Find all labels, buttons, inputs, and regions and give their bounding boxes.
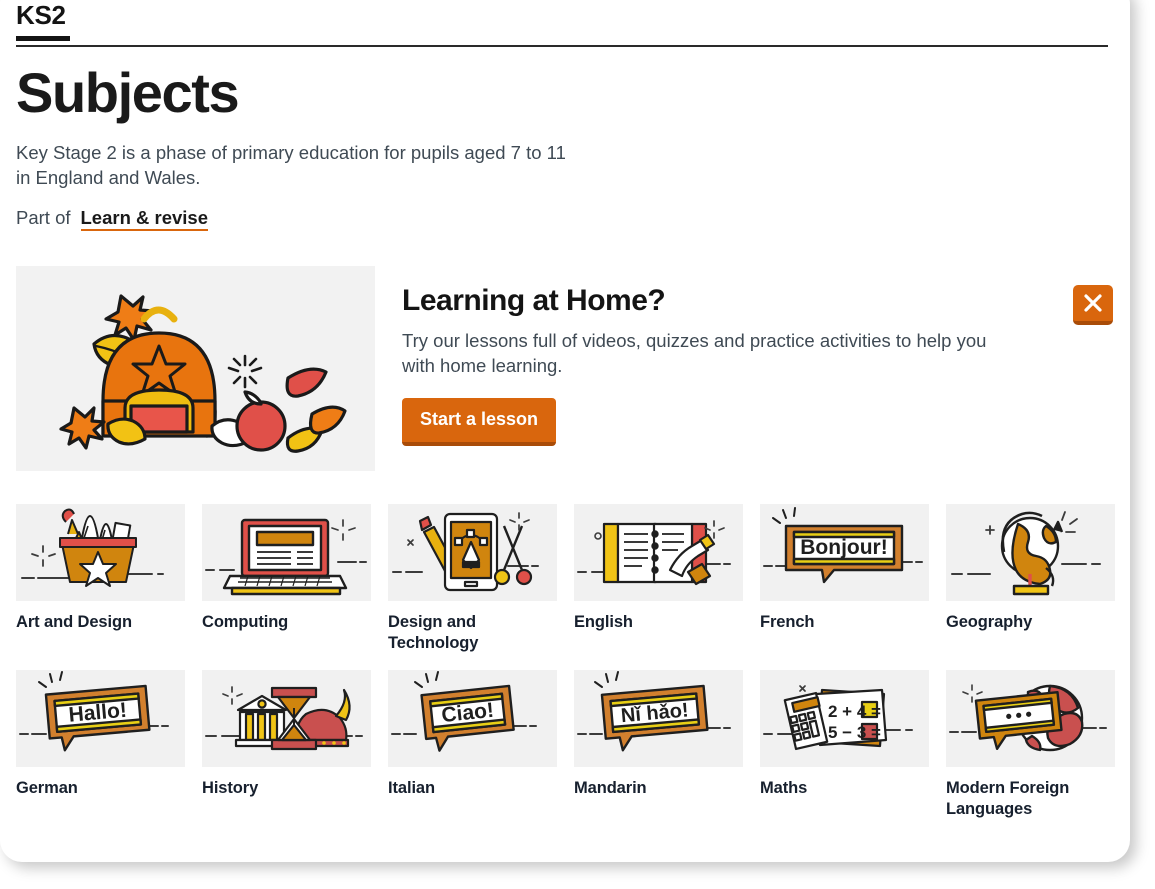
subject-tile-geography[interactable]: Geography (946, 504, 1115, 654)
pencil-pot-icon (16, 504, 185, 601)
subject-tile-french[interactable]: Bonjour! French (760, 504, 929, 654)
promo-body: Learning at Home? Try our lessons full o… (402, 284, 1002, 446)
promo-title: Learning at Home? (402, 284, 666, 317)
subject-label: English (574, 613, 633, 631)
promo-banner: Learning at Home? Try our lessons full o… (16, 266, 1114, 471)
laptop-icon (202, 504, 371, 601)
subject-label: History (202, 779, 259, 797)
hourglass-temple-helmet-icon (202, 670, 371, 767)
promo-text: Try our lessons full of videos, quizzes … (402, 330, 987, 376)
subject-grid: Art and Design Computing Design and Tech… (16, 504, 1115, 820)
subject-label: Maths (760, 779, 808, 797)
breadcrumb-ks2[interactable]: KS2 (16, 0, 1114, 30)
promo-illustration (16, 266, 375, 471)
calculator-sums-icon: 2 + 4 = 5 − 3 = (760, 670, 929, 767)
speech-bubble-nihao-icon: Nǐ hǎo! (574, 670, 743, 767)
notebook-writing-hand-icon (574, 504, 743, 601)
content-card: KS2 Subjects Key Stage 2 is a phase of p… (0, 0, 1130, 862)
subject-tile-design-and-technology[interactable]: Design and Technology (388, 504, 557, 654)
speech-bubble-globe-icon (946, 670, 1115, 767)
page-title: Subjects (16, 61, 240, 124)
subject-label: Geography (946, 613, 1033, 631)
subject-label: Mandarin (574, 779, 647, 797)
subject-label: Modern Foreign Languages (946, 779, 1070, 818)
subject-tile-maths[interactable]: 2 + 4 = 5 − 3 = Maths (760, 670, 929, 820)
subject-label: Computing (202, 613, 289, 631)
breadcrumb: KS2 (16, 0, 1114, 52)
subject-tile-mandarin[interactable]: Nǐ hǎo! Mandarin (574, 670, 743, 820)
speech-bubble-bonjour-icon: Bonjour! (760, 504, 929, 601)
part-of-link[interactable]: Learn & revise (80, 207, 209, 231)
subject-tile-english[interactable]: English (574, 504, 743, 654)
subject-label: Art and Design (16, 613, 132, 631)
breadcrumb-active-marker (16, 36, 70, 41)
speech-bubble-ciao-icon: Ciao! (388, 670, 557, 767)
maths-sum-1: 2 + 4 = (828, 702, 881, 721)
subject-label: German (16, 779, 78, 797)
close-icon (1084, 294, 1102, 312)
subject-label: French (760, 613, 815, 631)
page-background: KS2 Subjects Key Stage 2 is a phase of p… (0, 0, 1155, 889)
backpack-illustration-svg (59, 294, 347, 453)
subject-tile-art-and-design[interactable]: Art and Design (16, 504, 185, 654)
close-banner-button[interactable] (1073, 285, 1113, 325)
subject-tile-computing[interactable]: Computing (202, 504, 371, 654)
globe-stand-icon (946, 504, 1115, 601)
subject-tile-history[interactable]: History (202, 670, 371, 820)
tablet-pen-scissors-icon (388, 504, 557, 601)
subject-tile-italian[interactable]: Ciao! Italian (388, 670, 557, 820)
bubble-text: Bonjour! (800, 536, 887, 559)
subject-tile-modern-foreign-languages[interactable]: Modern Foreign Languages (946, 670, 1115, 820)
maths-sum-2: 5 − 3 = (828, 723, 881, 742)
page-intro: Key Stage 2 is a phase of primary educat… (16, 142, 566, 188)
subject-label: Italian (388, 779, 435, 797)
part-of-prefix: Part of (16, 207, 71, 228)
part-of-line: Part of Learn & revise (16, 206, 1114, 231)
breadcrumb-rule (16, 45, 1108, 47)
speech-bubble-hallo-icon: Hallo! (16, 670, 185, 767)
subject-tile-german[interactable]: Hallo! German (16, 670, 185, 820)
subject-label: Design and Technology (388, 613, 479, 652)
start-a-lesson-button[interactable]: Start a lesson (402, 398, 557, 446)
